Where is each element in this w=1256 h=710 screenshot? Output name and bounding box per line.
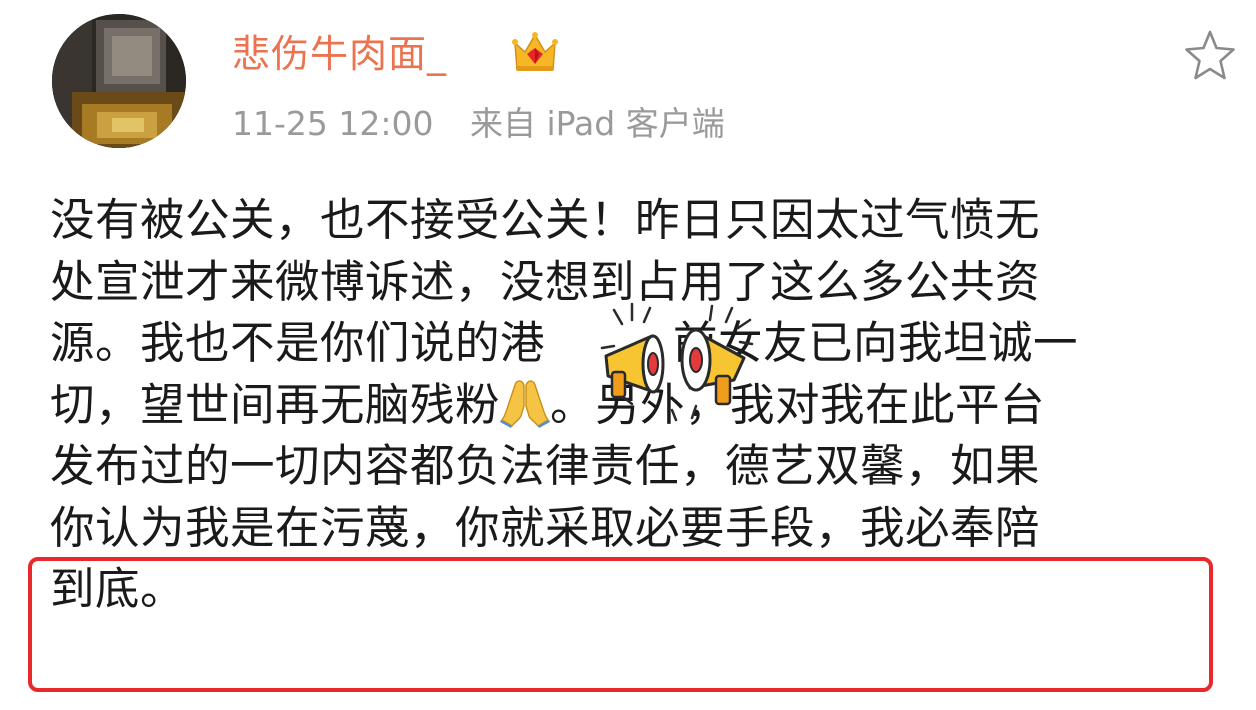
star-outline-icon[interactable] [1182, 28, 1238, 84]
post-line: 切，望世间再无脑残粉 [50, 379, 501, 431]
post-line: 处宣泄才来微博诉述，没想到占用了这么多公共资 [50, 256, 1041, 308]
username[interactable]: 悲伤牛肉面_ [232, 30, 447, 78]
post-line: 发布过的一切内容都负法律责任，德艺双馨，如果 [50, 441, 1041, 492]
post-time: 11-25 12:00 [232, 104, 434, 143]
post-line: 没有被公关，也不接受公关！昨日只因太过气愤无 [50, 195, 1041, 246]
avatar[interactable] [52, 14, 186, 148]
highlight-box [28, 557, 1213, 692]
post-line: 你认为我是在污蔑，你就采取必要手段，我必奉陪 [50, 502, 1041, 554]
megaphone-sticker-icon [592, 300, 762, 422]
crown-icon [512, 30, 558, 76]
post-meta: 11-25 12:00 来自 iPad 客户端 [232, 103, 725, 145]
post-source[interactable]: 来自 iPad 客户端 [470, 104, 725, 143]
post-line: 源。我也不是你们说的港 [50, 318, 546, 369]
praying-hands-icon [500, 376, 551, 428]
